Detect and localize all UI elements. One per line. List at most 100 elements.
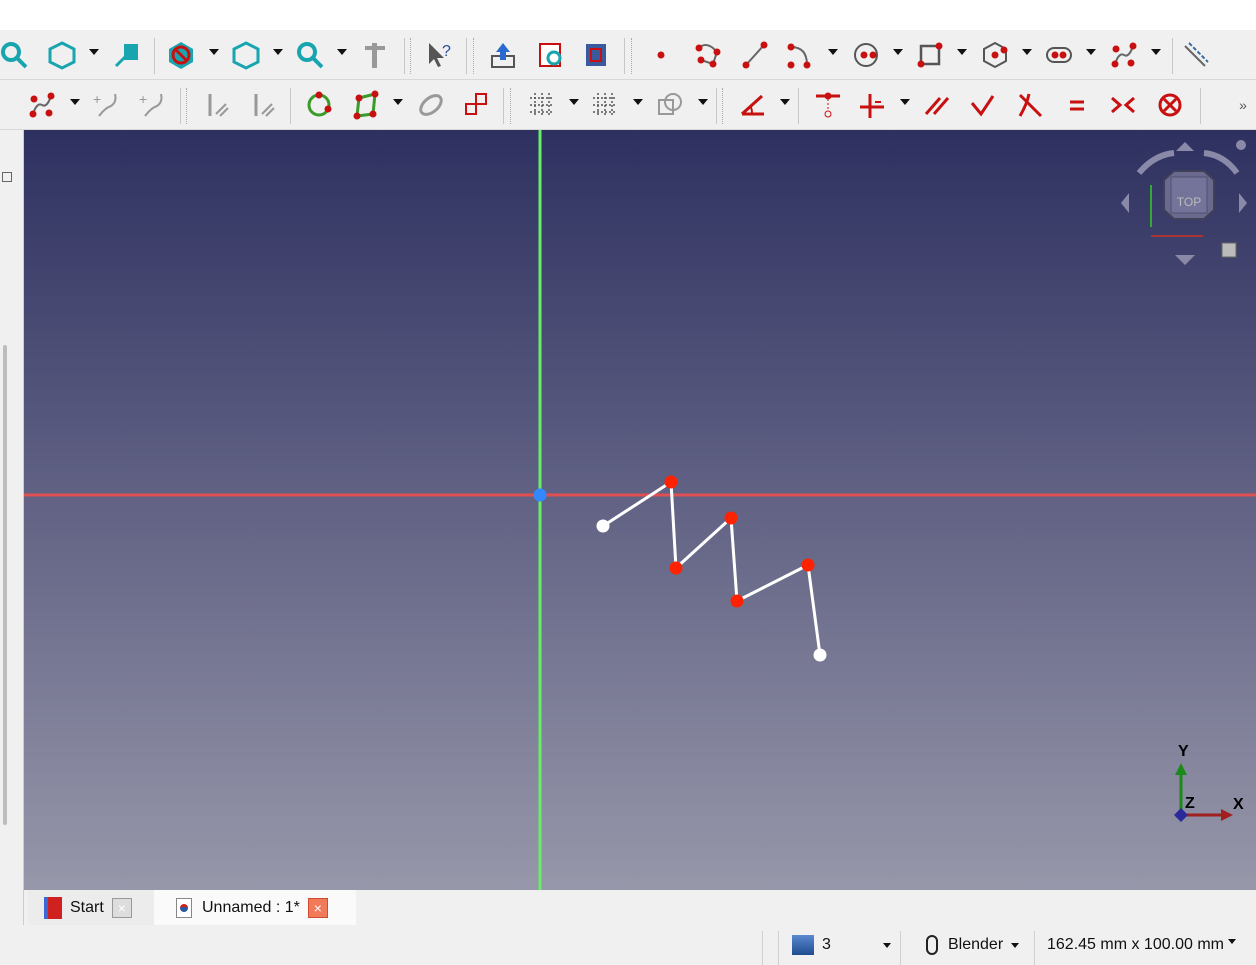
toolbar-separator — [466, 38, 467, 74]
arc-icon[interactable] — [784, 39, 816, 71]
refresh-zoom-icon[interactable] — [294, 39, 326, 71]
status-bar: 3 Blender 162.45 mm x 100.00 mm — [0, 925, 1256, 965]
slot-dropdown-arrow[interactable] — [1086, 49, 1096, 55]
parallel-constraint-icon[interactable] — [921, 89, 953, 121]
3d-viewport[interactable]: TOP Y X Z — [24, 130, 1256, 890]
symmetry-icon[interactable] — [201, 89, 233, 121]
grid-hash-icon[interactable]: # — [0, 89, 16, 121]
external-geometry-icon[interactable] — [415, 89, 447, 121]
restore-icon[interactable] — [2, 172, 12, 182]
toolbar-row-1: ? — [0, 30, 1256, 80]
angle-constraint-icon[interactable] — [737, 89, 769, 121]
add-bspline-knot-icon[interactable] — [26, 89, 58, 121]
view-menu-dropdown-arrow[interactable] — [89, 49, 99, 55]
tab-close-button[interactable]: × — [111, 897, 132, 918]
horizontal-vertical-constraint-icon[interactable] — [856, 89, 888, 121]
bspline-dropdown-arrow[interactable] — [1151, 49, 1161, 55]
circle-dropdown-arrow[interactable] — [893, 49, 903, 55]
join-curves-icon[interactable]: + — [136, 89, 168, 121]
circle-points-icon[interactable] — [303, 89, 335, 121]
navigation-cube[interactable]: TOP — [1119, 135, 1249, 275]
bounding-box-icon[interactable] — [230, 39, 262, 71]
navcube-face-label: TOP — [1176, 195, 1202, 209]
rendering-order-icon[interactable] — [654, 89, 686, 121]
order-dropdown-arrow[interactable] — [698, 99, 708, 105]
block-constraint-icon[interactable] — [1154, 89, 1186, 121]
sketch-vertex[interactable] — [664, 475, 678, 489]
polyline-segment[interactable] — [806, 564, 822, 656]
toolbar-separator — [473, 38, 474, 74]
sketch-vertex[interactable] — [596, 519, 610, 533]
symmetric-constraint-icon[interactable] — [1107, 89, 1139, 121]
bspline-icon[interactable] — [1108, 39, 1140, 71]
scrollbar[interactable] — [3, 345, 7, 825]
divider — [1034, 931, 1035, 965]
insert-knot-icon[interactable]: + — [90, 89, 122, 121]
tangent-constraint-icon[interactable] — [1014, 89, 1046, 121]
draw-style-dropdown-arrow[interactable] — [209, 49, 219, 55]
tab-unnamed[interactable]: Unnamed : 1* × — [154, 890, 356, 925]
construction-mode-icon[interactable] — [1180, 39, 1212, 71]
tab-close-button[interactable]: × — [307, 897, 328, 918]
clone-icon[interactable] — [247, 89, 279, 121]
view-section-icon[interactable] — [580, 39, 612, 71]
toolbar-separator — [503, 88, 504, 124]
equal-constraint-icon[interactable] — [1061, 89, 1093, 121]
toolbar-separator — [1172, 38, 1173, 74]
view-count-selector[interactable]: 3 — [792, 925, 891, 965]
measure-icon[interactable] — [359, 39, 391, 71]
sketch-origin[interactable] — [533, 488, 547, 502]
sketch-view-icon[interactable] — [111, 39, 143, 71]
box-selection-dropdown-arrow[interactable] — [273, 49, 283, 55]
circle-icon[interactable] — [850, 39, 882, 71]
snap-dropdown-arrow[interactable] — [633, 99, 643, 105]
sketch-vertex[interactable] — [730, 594, 744, 608]
more-tools-icon[interactable]: » — [1236, 89, 1250, 121]
polygon-icon[interactable] — [979, 39, 1011, 71]
perpendicular-constraint-icon[interactable] — [966, 89, 998, 121]
view-isometric-icon[interactable] — [46, 39, 78, 71]
polygon-dropdown-arrow[interactable] — [1022, 49, 1032, 55]
show-grid-icon[interactable] — [526, 89, 558, 121]
polyline-segment[interactable] — [729, 517, 739, 602]
dimensions-selector[interactable]: 162.45 mm x 100.00 mm — [1047, 925, 1236, 965]
arc-dropdown-arrow[interactable] — [828, 49, 838, 55]
bspline-dropdown-arrow[interactable] — [70, 99, 80, 105]
array-dropdown-arrow[interactable] — [393, 99, 403, 105]
sketch-vertex[interactable] — [813, 648, 827, 662]
create-point-icon[interactable] — [645, 39, 677, 71]
polyline-segment[interactable] — [736, 563, 809, 603]
view-fit-icon[interactable] — [0, 39, 30, 71]
chevron-down-icon — [882, 942, 891, 948]
zoom-dropdown-arrow[interactable] — [337, 49, 347, 55]
toolbar-separator — [624, 38, 625, 74]
grid-dropdown-arrow[interactable] — [569, 99, 579, 105]
snap-icon[interactable] — [589, 89, 621, 121]
sketch-vertex[interactable] — [724, 511, 738, 525]
line-icon[interactable] — [739, 39, 771, 71]
navigation-style-selector[interactable]: Blender — [926, 925, 1020, 965]
toolbar-separator — [631, 38, 632, 74]
sketch-canvas[interactable] — [24, 130, 1256, 890]
whats-this-icon[interactable]: ? — [422, 39, 454, 71]
toolbar-separator — [722, 88, 723, 124]
toolbar-separator — [404, 38, 405, 74]
polyline-segment[interactable] — [602, 480, 672, 528]
tab-start[interactable]: Start × — [28, 890, 154, 925]
polyline-segment[interactable] — [674, 516, 733, 570]
view-sketch-icon[interactable] — [535, 39, 567, 71]
hv-dropdown-arrow[interactable] — [900, 99, 910, 105]
draw-style-icon[interactable] — [165, 39, 197, 71]
rectangle-dropdown-arrow[interactable] — [957, 49, 967, 55]
angle-dropdown-arrow[interactable] — [780, 99, 790, 105]
sketch-vertex[interactable] — [669, 561, 683, 575]
rectangular-array-icon[interactable] — [350, 89, 382, 121]
slot-icon[interactable] — [1043, 39, 1075, 71]
leave-sketch-icon[interactable] — [487, 39, 519, 71]
polyline-icon[interactable] — [692, 39, 724, 71]
point-on-object-icon[interactable] — [812, 89, 844, 121]
rectangle-icon[interactable] — [914, 39, 946, 71]
sketch-vertex[interactable] — [801, 558, 815, 572]
divider — [762, 931, 763, 965]
copy-icon[interactable] — [461, 89, 493, 121]
